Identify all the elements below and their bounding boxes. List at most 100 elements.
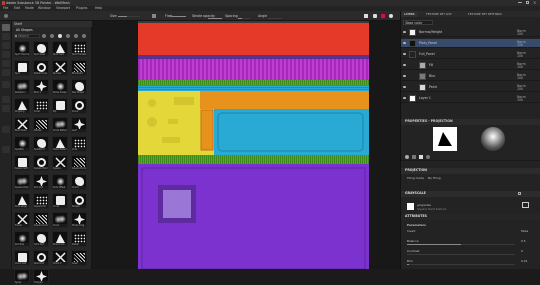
paint-tool-icon[interactable] [2,24,10,31]
filter-shape-icon[interactable] [58,34,62,38]
maximize-icon[interactable] [526,1,529,4]
tiling-mode-value[interactable]: No Tiling [428,176,441,180]
shelf-tab[interactable]: Shelf [14,22,22,26]
filter-material-icon[interactable] [50,34,54,38]
layer-opacity[interactable]: 100 [517,54,523,58]
shape-item[interactable]: Dots Offset [52,174,68,190]
filter-brush-icon[interactable] [42,34,46,38]
grayscale-picker-icon[interactable] [522,202,529,208]
layer-row[interactable]: Normal/Height Norm 100 [401,28,540,37]
shape-item[interactable]: Dripping [14,98,30,114]
shape-item[interactable]: Splatter [14,136,30,152]
shape-item[interactable]: Diamond [33,250,49,266]
reset-icon[interactable] [518,192,521,195]
shape-item[interactable]: Spray [14,269,30,285]
shape-item[interactable]: Noise Shape [52,79,68,95]
angle-slider[interactable] [268,18,282,19]
layer-opacity[interactable]: 100 [517,87,523,91]
menu-help[interactable]: Help [95,6,102,10]
shape-item[interactable]: Spot Glow [33,41,49,57]
shape-item[interactable]: Triangle [33,269,49,285]
history-icon[interactable] [2,146,10,153]
filter-texture-icon[interactable] [66,34,70,38]
display-settings-icon[interactable] [389,14,393,18]
shape-item[interactable]: Splatter 2 [33,136,49,152]
picker-tool-icon[interactable] [2,81,10,88]
filter-smart-icon[interactable] [74,34,78,38]
attributes-section[interactable]: ATTRIBUTES [401,214,540,220]
menu-viewport[interactable]: Viewport [56,6,70,10]
parameter-value[interactable]: 0.5 [521,239,526,243]
camera-tool-icon[interactable] [2,126,10,133]
shelf-icon[interactable] [2,105,10,112]
material-prop-icon[interactable] [412,155,416,159]
search-input[interactable]: Search [14,34,40,38]
brush-prop-icon[interactable] [405,155,409,159]
shape-item[interactable]: Hard Dot [33,231,49,247]
shape-item[interactable]: Check [71,174,87,190]
flow-slider[interactable] [172,16,186,17]
camera-icon[interactable] [364,14,368,18]
parameter-value[interactable]: 0.01 [521,259,527,263]
visibility-eye-icon[interactable] [403,42,406,44]
close-icon[interactable]: × [533,0,536,5]
layer-opacity[interactable]: 100 [517,43,523,47]
visibility-eye-icon[interactable] [403,53,406,55]
spacing-slider[interactable] [238,18,250,19]
visibility-eye-icon[interactable] [403,64,406,66]
parameter-slider[interactable] [407,244,515,245]
clone-tool-icon[interactable] [2,69,10,76]
visibility-eye-icon[interactable] [403,75,406,77]
layer-opacity[interactable]: 100 [517,76,523,80]
parameter-row[interactable]: Balance 0.5 [401,238,540,247]
texture-canvas[interactable] [138,21,369,269]
screenshot-icon[interactable] [373,14,377,18]
shape-item[interactable]: Spot Smoothed [14,60,30,76]
shape-item[interactable]: Cloud 2 [52,250,68,266]
shape-item[interactable]: Circle [52,212,68,228]
visibility-eye-icon[interactable] [403,97,406,99]
parameter-value[interactable]: 0 [521,249,523,253]
shape-item[interactable]: Coral [33,98,49,114]
layer-opacity[interactable]: 100 [517,32,523,36]
layer-row[interactable]: Blur Norm 100 [401,72,540,81]
shape-item[interactable]: Round Dot [52,231,68,247]
visibility-eye-icon[interactable] [403,31,406,33]
size-slider[interactable] [118,16,140,17]
shape-item[interactable]: Leaf [71,117,87,133]
shape-item[interactable]: Star Shape [71,79,87,95]
shape-item[interactable]: Spot Thermal [14,41,30,57]
layer-opacity[interactable]: 100 [517,98,523,102]
menu-mode[interactable]: Mode [25,6,34,10]
shape-item[interactable]: Square Fat [33,193,49,209]
shape-item[interactable]: Stripes [71,193,87,209]
grayscale-thumb[interactable] [407,203,414,210]
shape-item[interactable]: Cloud Soft [14,250,30,266]
channel-dropdown[interactable]: Base color [403,20,433,25]
layer-opacity[interactable]: 100 [517,65,523,69]
brush-icon[interactable] [4,14,8,18]
menu-window[interactable]: Window [38,6,51,10]
assets-icon[interactable] [2,96,10,103]
shape-item[interactable]: Square Circle [33,212,49,228]
shape-item[interactable]: Square Rounded [52,155,68,171]
smudge-tool-icon[interactable] [2,60,10,67]
polygon-fill-icon[interactable] [2,51,10,58]
tab-layers[interactable]: LAYERS [401,11,418,17]
filter-more-icon[interactable] [82,34,86,38]
shape-item[interactable]: Dots Large [14,193,30,209]
layer-row[interactable]: Full_Panel Norm 100 [401,50,540,59]
shape-item[interactable]: Radial Lines [33,60,49,76]
layer-row[interactable]: Fill Norm 100 [401,61,540,70]
shape-item[interactable]: Circle Pattern [52,117,68,133]
shape-item[interactable]: Spot Hardest [71,41,87,57]
stroke-opacity-slider[interactable] [208,18,222,19]
shape-item[interactable]: Radial [71,231,87,247]
shape-item[interactable]: Cross [52,193,68,209]
shape-item[interactable]: Heart Pattern [52,136,68,152]
shape-item[interactable]: Radiation [14,79,30,95]
shape-item[interactable]: Stripe Diag [71,212,87,228]
shape-item[interactable]: Dot Grid [33,174,49,190]
shape-item[interactable]: Pip [52,98,68,114]
shape-item[interactable]: Pebble [33,117,49,133]
